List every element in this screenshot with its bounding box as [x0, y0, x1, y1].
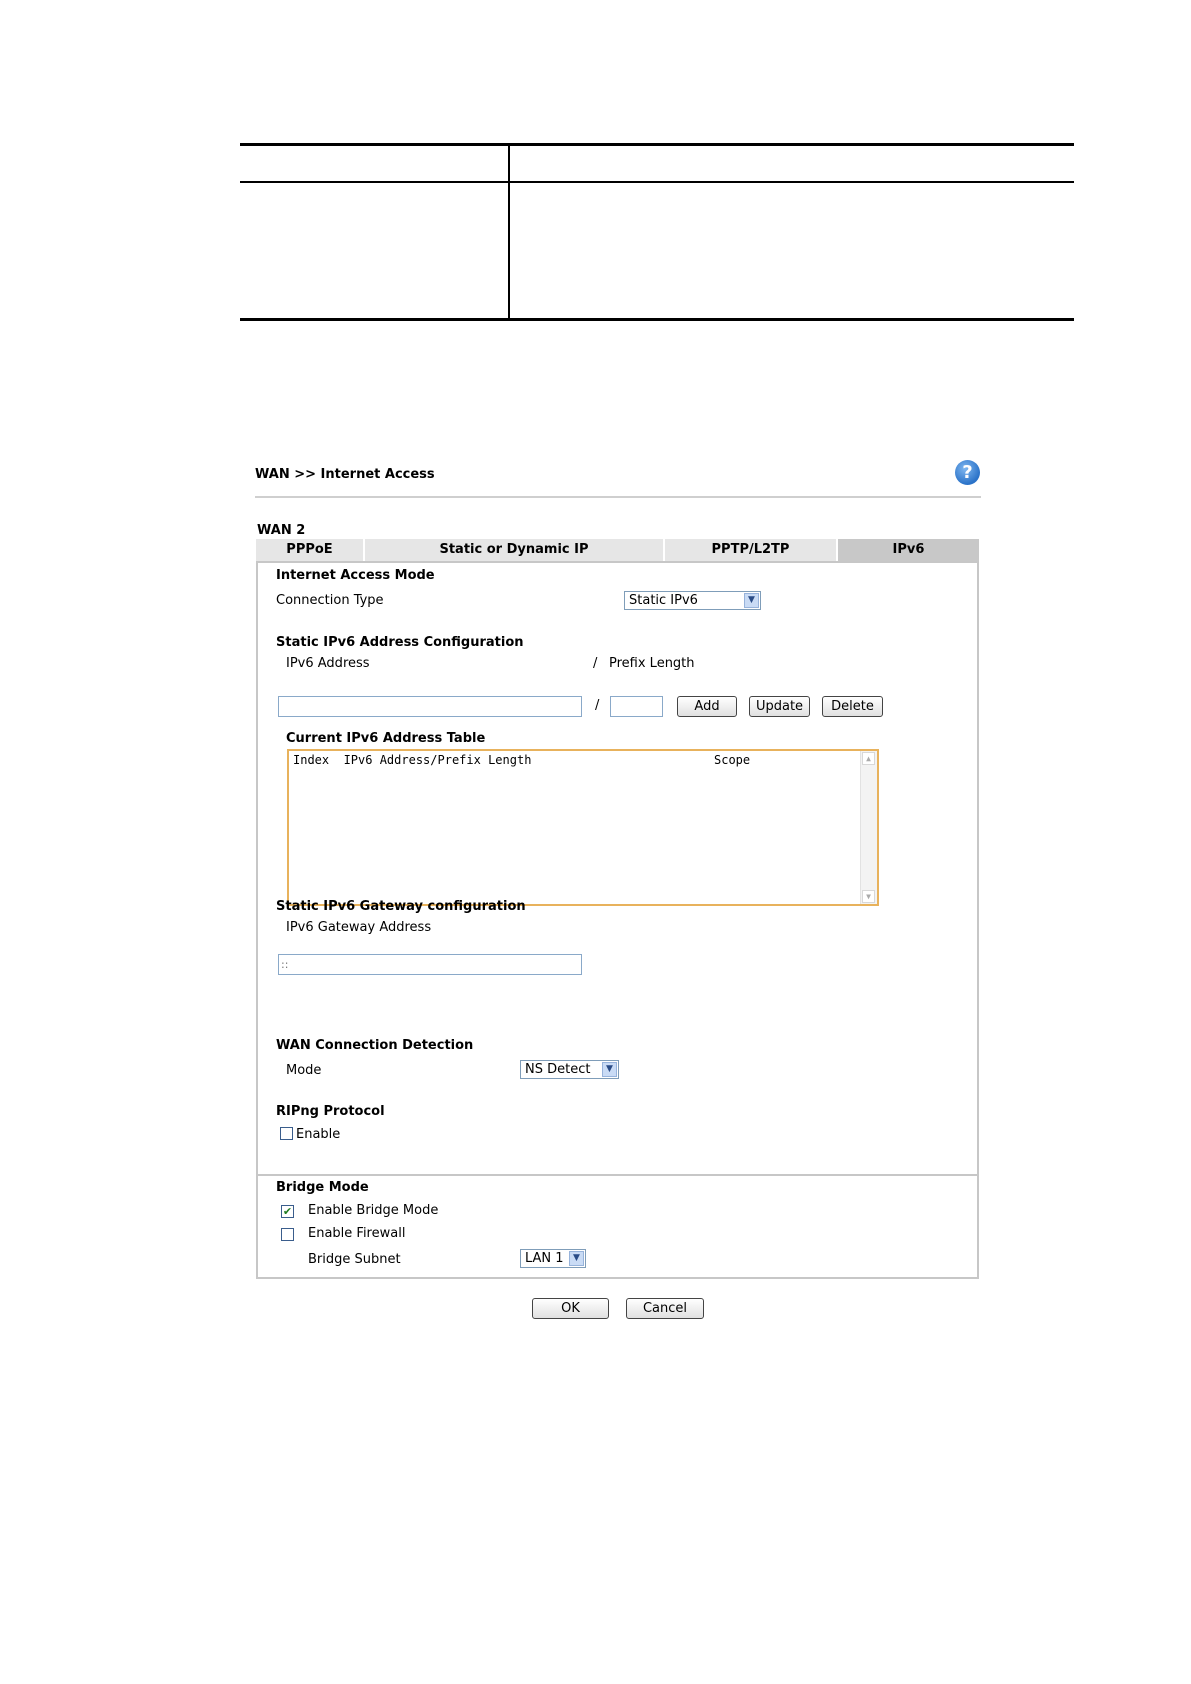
enable-firewall-checkbox[interactable]	[281, 1228, 294, 1241]
gateway-address-label: IPv6 Gateway Address	[286, 920, 432, 935]
tab-pppoe[interactable]: PPPoE	[256, 539, 365, 561]
scroll-up-icon[interactable]: ▲	[862, 752, 875, 765]
input-slash: /	[595, 698, 600, 713]
address-table-scrollbar[interactable]: ▲ ▼	[860, 751, 877, 904]
enable-firewall-label: Enable Firewall	[308, 1226, 406, 1241]
help-icon[interactable]: ?	[955, 460, 980, 485]
detection-mode-value: NS Detect	[525, 1062, 591, 1077]
address-table-heading: Current IPv6 Address Table	[286, 731, 486, 746]
table-header-rule	[240, 181, 1074, 183]
ipv6-address-input[interactable]	[278, 696, 582, 717]
address-table-scope-column: Scope	[714, 753, 751, 767]
tab-pptp-l2tp[interactable]: PPTP/L2TP	[665, 539, 838, 561]
ok-button[interactable]: OK	[532, 1298, 609, 1319]
connection-type-label: Connection Type	[276, 593, 384, 608]
wan-label: WAN 2	[257, 523, 306, 538]
static-ipv6-heading: Static IPv6 Address Configuration	[276, 635, 524, 650]
ripng-heading: RIPng Protocol	[276, 1104, 385, 1119]
enable-bridge-label: Enable Bridge Mode	[308, 1203, 439, 1218]
detection-mode-label: Mode	[286, 1063, 322, 1078]
ripng-enable-checkbox[interactable]	[280, 1127, 293, 1140]
enable-bridge-checkbox[interactable]: ✔	[281, 1205, 294, 1218]
bridge-mode-heading: Bridge Mode	[276, 1180, 369, 1195]
delete-button[interactable]: Delete	[822, 696, 883, 717]
page-title: WAN >> Internet Access	[255, 467, 435, 482]
title-divider	[255, 496, 981, 498]
add-button[interactable]: Add	[677, 696, 737, 717]
prefix-length-input[interactable]	[610, 696, 663, 717]
tab-static-or-dynamic-ip[interactable]: Static or Dynamic IP	[365, 539, 665, 561]
settings-box: Internet Access Mode Connection Type Sta…	[256, 561, 979, 1279]
table-column-divider	[508, 143, 510, 321]
scroll-down-icon[interactable]: ▼	[862, 890, 875, 903]
chevron-down-icon: ▼	[602, 1062, 617, 1077]
detection-mode-select[interactable]: NS Detect ▼	[520, 1060, 619, 1079]
connection-type-value: Static IPv6	[629, 593, 698, 608]
check-icon: ✔	[282, 1205, 293, 1218]
detection-heading: WAN Connection Detection	[276, 1038, 474, 1053]
gateway-heading: Static IPv6 Gateway configuration	[276, 899, 526, 914]
prefix-length-label: Prefix Length	[609, 656, 695, 671]
tab-ipv6[interactable]: IPv6	[838, 539, 979, 561]
ripng-enable-label: Enable	[296, 1127, 341, 1142]
ipv6-address-label: IPv6 Address	[286, 656, 370, 671]
prefix-slash: /	[593, 656, 598, 671]
bridge-subnet-label: Bridge Subnet	[308, 1252, 401, 1267]
bridge-subnet-value: LAN 1	[525, 1251, 564, 1266]
connection-type-select[interactable]: Static IPv6 ▼	[624, 591, 761, 610]
table-bottom-rule	[240, 318, 1074, 321]
internet-access-mode-heading: Internet Access Mode	[276, 568, 435, 583]
chevron-down-icon: ▼	[744, 593, 759, 608]
address-table-columns: Index IPv6 Address/Prefix Length	[293, 753, 532, 767]
tab-bar: PPPoE Static or Dynamic IP PPTP/L2TP IPv…	[256, 539, 979, 561]
update-button[interactable]: Update	[749, 696, 810, 717]
wan-internet-access-panel: WAN >> Internet Access ? WAN 2 PPPoE Sta…	[255, 460, 981, 1330]
bridge-subnet-select[interactable]: LAN 1 ▼	[520, 1249, 586, 1268]
section-divider	[258, 1174, 977, 1176]
gateway-address-input[interactable]: ::	[278, 954, 582, 975]
cancel-button[interactable]: Cancel	[626, 1298, 704, 1319]
document-table	[240, 143, 1074, 321]
address-table-list[interactable]: Index IPv6 Address/Prefix Length Scope ▲…	[287, 749, 879, 906]
chevron-down-icon: ▼	[569, 1251, 584, 1266]
table-top-rule	[240, 143, 1074, 146]
